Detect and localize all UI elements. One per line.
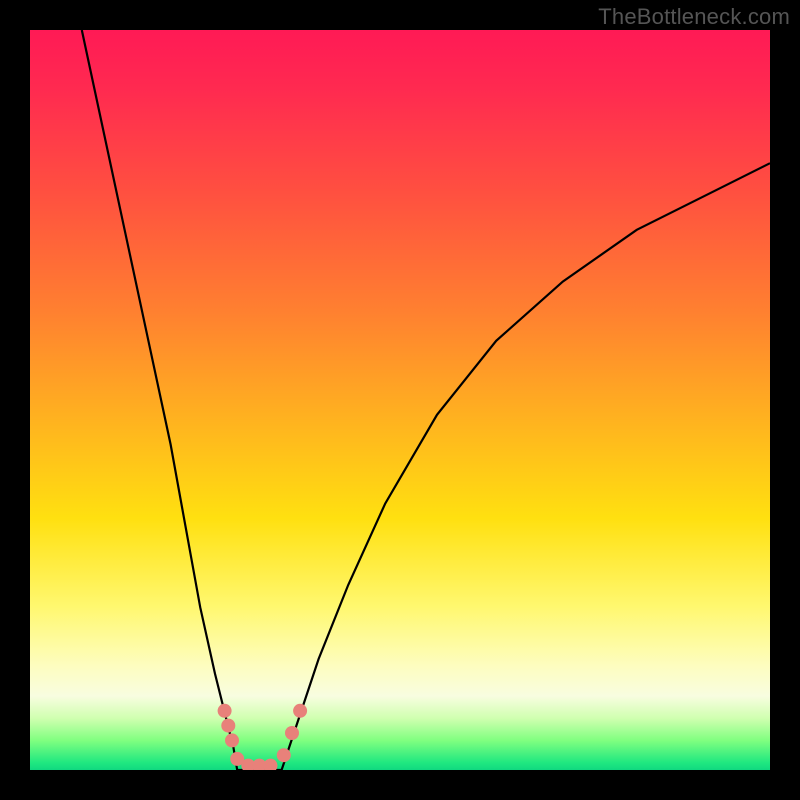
curve-marker xyxy=(285,726,299,740)
curve-markers xyxy=(218,704,308,770)
chart-area xyxy=(30,30,770,770)
curve-marker xyxy=(218,704,232,718)
curve-marker xyxy=(252,759,266,770)
curve-marker xyxy=(293,704,307,718)
bottleneck-curve xyxy=(30,30,770,770)
curve-marker xyxy=(221,719,235,733)
curve-marker xyxy=(225,733,239,747)
curve-marker xyxy=(277,748,291,762)
curve-marker xyxy=(241,759,255,770)
watermark-text: TheBottleneck.com xyxy=(598,4,790,30)
curve-marker xyxy=(230,752,244,766)
curve-marker xyxy=(264,759,278,770)
curve-path xyxy=(82,30,770,770)
